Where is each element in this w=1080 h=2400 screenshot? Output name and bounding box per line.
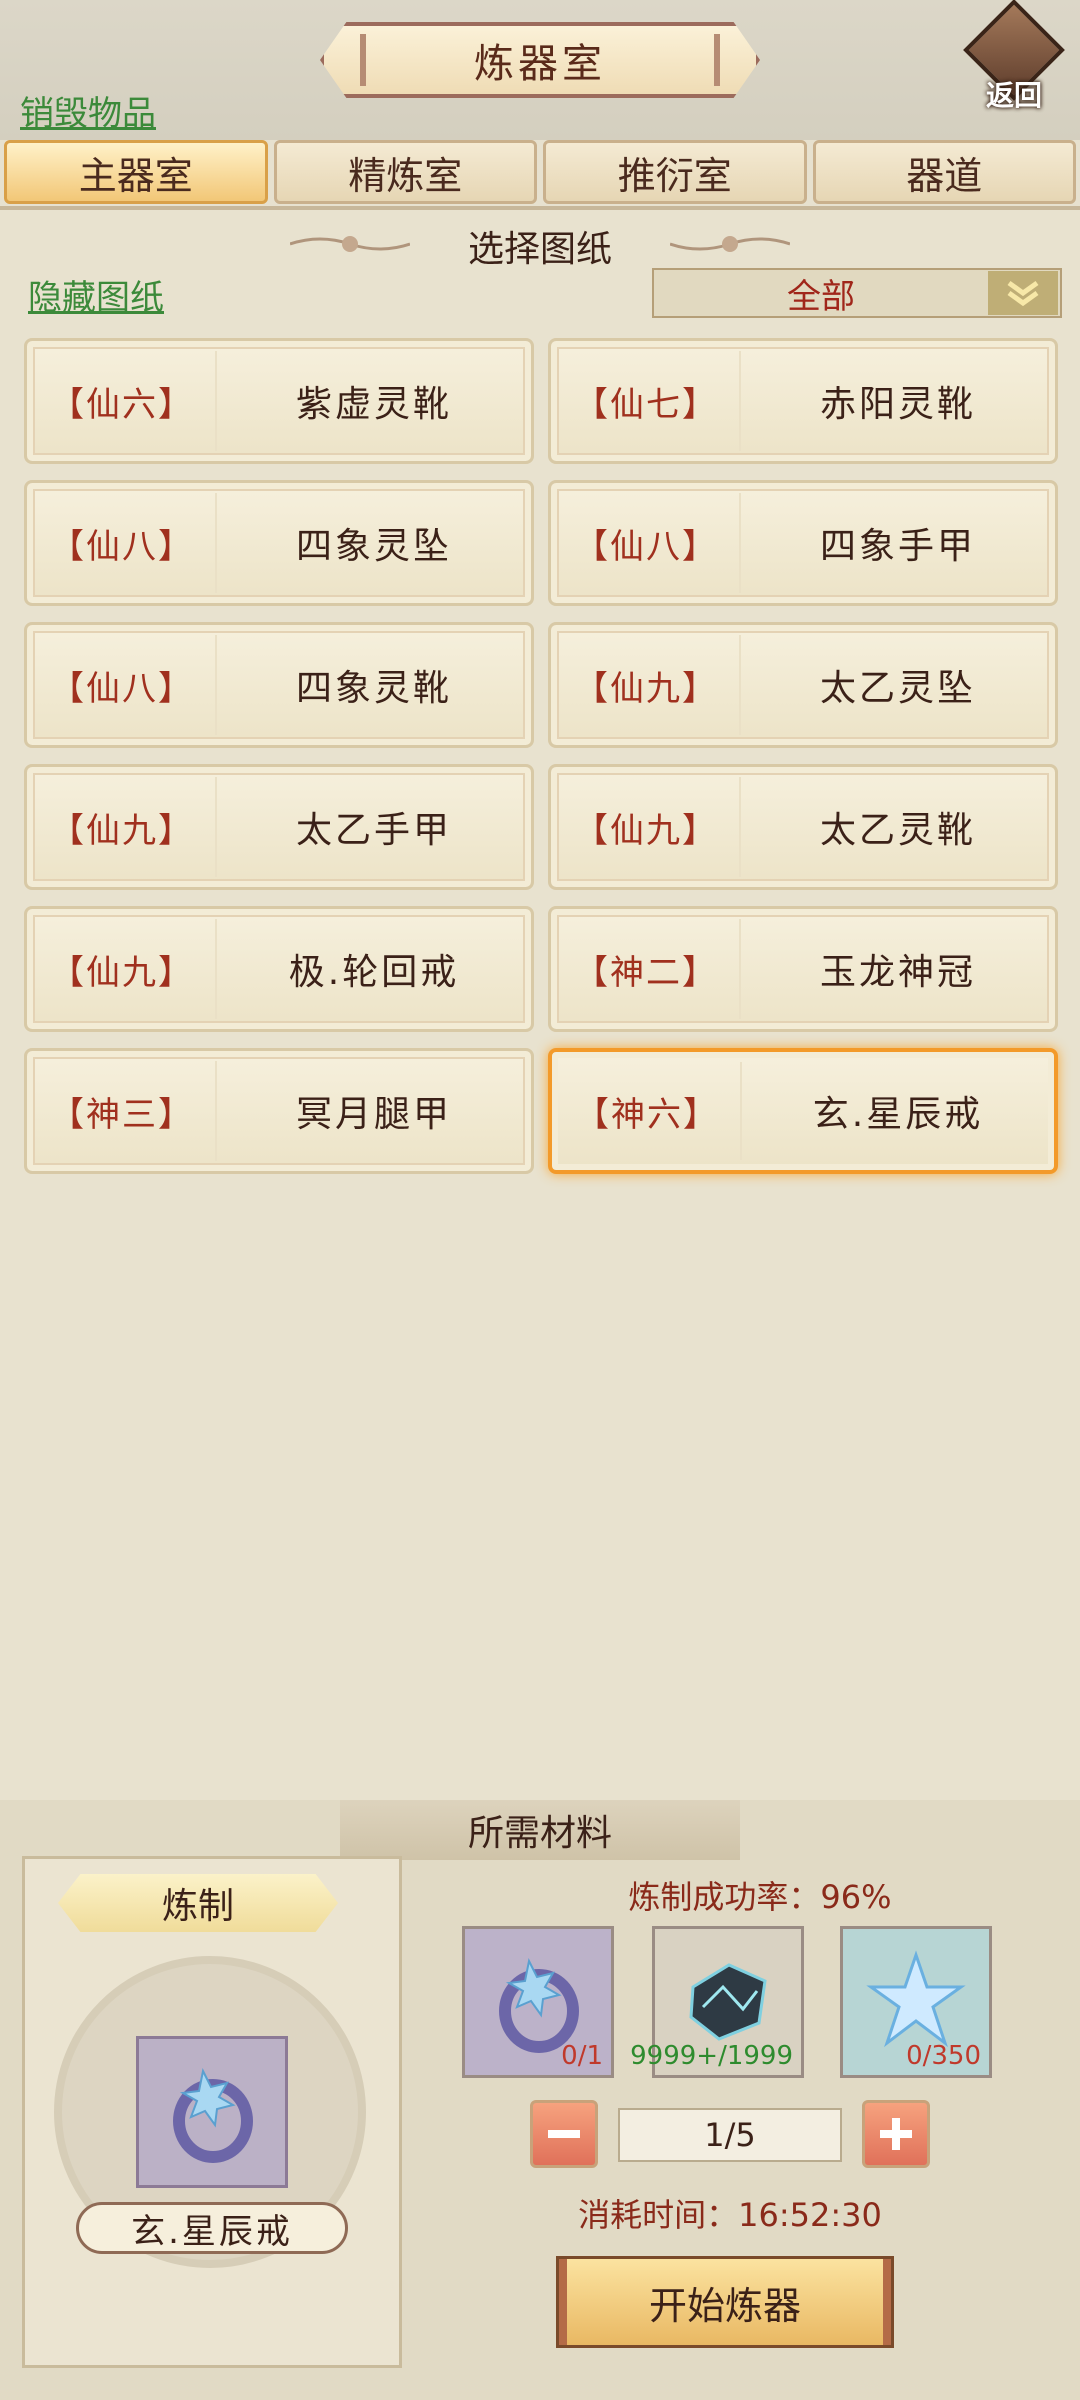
crafted-item-name-text: 玄.星辰戒 — [131, 2211, 293, 2252]
blueprint-card[interactable]: 【神三】 冥月腿甲 — [24, 1048, 534, 1174]
minus-icon — [548, 2130, 580, 2138]
tab-deduce-room[interactable]: 推衍室 — [543, 140, 807, 204]
hide-blueprint-link[interactable]: 隐藏图纸 — [28, 270, 164, 319]
card-divider — [215, 1061, 217, 1161]
blueprint-name: 四象手甲 — [819, 526, 976, 567]
blueprint-name: 玉龙神冠 — [819, 952, 976, 993]
card-divider — [215, 493, 217, 593]
blueprint-name: 太乙灵坠 — [819, 668, 976, 709]
blueprint-card[interactable]: 【仙九】 太乙手甲 — [24, 764, 534, 890]
quantity-display: 1/5 — [618, 2108, 842, 2162]
materials-title-text: 所需材料 — [467, 1813, 612, 1854]
blueprint-grade: 【神二】 — [574, 952, 718, 993]
ornament-right-icon — [670, 236, 790, 252]
blueprint-grade: 【仙九】 — [50, 810, 194, 851]
blueprint-card[interactable]: 【仙七】 赤阳灵靴 — [548, 338, 1058, 464]
blueprint-grade: 【神六】 — [575, 1094, 719, 1135]
blueprint-name: 赤阳灵靴 — [819, 384, 976, 425]
material-slot-ore[interactable]: 9999+/1999 — [630, 1926, 804, 2078]
card-divider — [215, 351, 217, 451]
chevron-down-icon — [988, 271, 1058, 315]
page-title: 炼器室 — [320, 22, 760, 98]
blueprint-grade: 【仙九】 — [574, 668, 718, 709]
blueprint-grade: 【神三】 — [50, 1094, 194, 1135]
material-slot-crystal[interactable]: 0/350 — [840, 1926, 992, 2078]
select-blueprint-title-text: 选择图纸 — [467, 229, 612, 270]
filter-value: 全部 — [787, 276, 855, 317]
blueprint-name: 四象灵靴 — [295, 668, 452, 709]
blueprint-grade: 【仙八】 — [574, 526, 718, 567]
ring-icon — [173, 2067, 253, 2163]
tab-bar: 主器室 精炼室 推衍室 器道 — [4, 140, 1076, 204]
start-crafting-label: 开始炼器 — [648, 2283, 801, 2328]
material-count: 0/1 — [561, 2041, 603, 2071]
material-count: 0/350 — [906, 2041, 981, 2071]
blueprint-name: 紫虚灵靴 — [295, 384, 452, 425]
material-count: 9999+/1999 — [630, 2041, 793, 2071]
time-cost-text: 消耗时间：16:52:30 — [578, 2196, 882, 2234]
blueprint-card[interactable]: 【仙八】 四象灵靴 — [24, 622, 534, 748]
blueprint-card[interactable]: 【仙六】 紫虚灵靴 — [24, 338, 534, 464]
blueprint-card[interactable]: 【仙八】 四象灵坠 — [24, 480, 534, 606]
blueprint-name: 冥月腿甲 — [295, 1094, 452, 1135]
craft-label-plaque: 炼制 — [58, 1874, 338, 1932]
blueprint-card[interactable]: 【仙八】 四象手甲 — [548, 480, 1058, 606]
blueprint-grade: 【仙七】 — [574, 384, 718, 425]
materials-title: 所需材料 — [340, 1800, 740, 1860]
page-title-text: 炼器室 — [474, 41, 606, 87]
blueprint-card[interactable]: 【仙九】 太乙灵坠 — [548, 622, 1058, 748]
card-divider — [739, 351, 741, 451]
tab-refine-room[interactable]: 精炼室 — [273, 140, 537, 204]
quantity-text: 1/5 — [704, 2116, 756, 2154]
blueprint-card[interactable]: 【神二】 玉龙神冠 — [548, 906, 1058, 1032]
success-rate: 炼制成功率：96% — [560, 1870, 960, 1920]
card-divider — [739, 919, 741, 1019]
card-divider — [739, 777, 741, 877]
blueprint-grade: 【仙八】 — [50, 526, 194, 567]
card-divider — [215, 919, 217, 1019]
blueprint-grade: 【仙六】 — [50, 384, 194, 425]
blueprint-card[interactable]: 【仙九】 极.轮回戒 — [24, 906, 534, 1032]
card-divider — [739, 635, 741, 735]
decrease-button[interactable] — [530, 2100, 598, 2168]
crafted-item-name: 玄.星辰戒 — [76, 2202, 348, 2254]
filter-dropdown[interactable]: 全部 — [652, 268, 1062, 318]
card-divider — [739, 493, 741, 593]
tab-artifact-way[interactable]: 器道 — [812, 140, 1076, 204]
card-divider — [215, 635, 217, 735]
blueprint-name: 玄.星辰戒 — [812, 1094, 984, 1135]
back-button[interactable]: 返回 — [958, 0, 1070, 120]
card-divider — [740, 1062, 742, 1160]
back-label: 返回 — [985, 79, 1042, 112]
blueprint-grade: 【仙九】 — [50, 952, 194, 993]
blueprint-grade: 【仙九】 — [574, 810, 718, 851]
tab-main-room[interactable]: 主器室 — [4, 140, 268, 204]
blueprint-name: 太乙手甲 — [295, 810, 452, 851]
blueprint-card[interactable]: 【仙九】 太乙灵靴 — [548, 764, 1058, 890]
material-slot-ring[interactable]: 0/1 — [462, 1926, 614, 2078]
blueprint-card[interactable]: 【神六】 玄.星辰戒 — [548, 1048, 1058, 1174]
craft-label: 炼制 — [161, 1886, 234, 1927]
plus-icon — [880, 2118, 912, 2150]
success-rate-text: 炼制成功率：96% — [628, 1878, 892, 1916]
blueprint-name: 极.轮回戒 — [288, 952, 460, 993]
increase-button[interactable] — [862, 2100, 930, 2168]
start-crafting-button[interactable]: 开始炼器 — [556, 2256, 894, 2348]
blueprint-grade: 【仙八】 — [50, 668, 194, 709]
crafted-item-slot[interactable] — [136, 2036, 288, 2188]
time-cost: 消耗时间：16:52:30 — [520, 2188, 940, 2238]
destroy-items-link[interactable]: 销毁物品 — [20, 86, 156, 135]
card-divider — [215, 777, 217, 877]
blueprint-name: 四象灵坠 — [295, 526, 452, 567]
blueprint-name: 太乙灵靴 — [819, 810, 976, 851]
